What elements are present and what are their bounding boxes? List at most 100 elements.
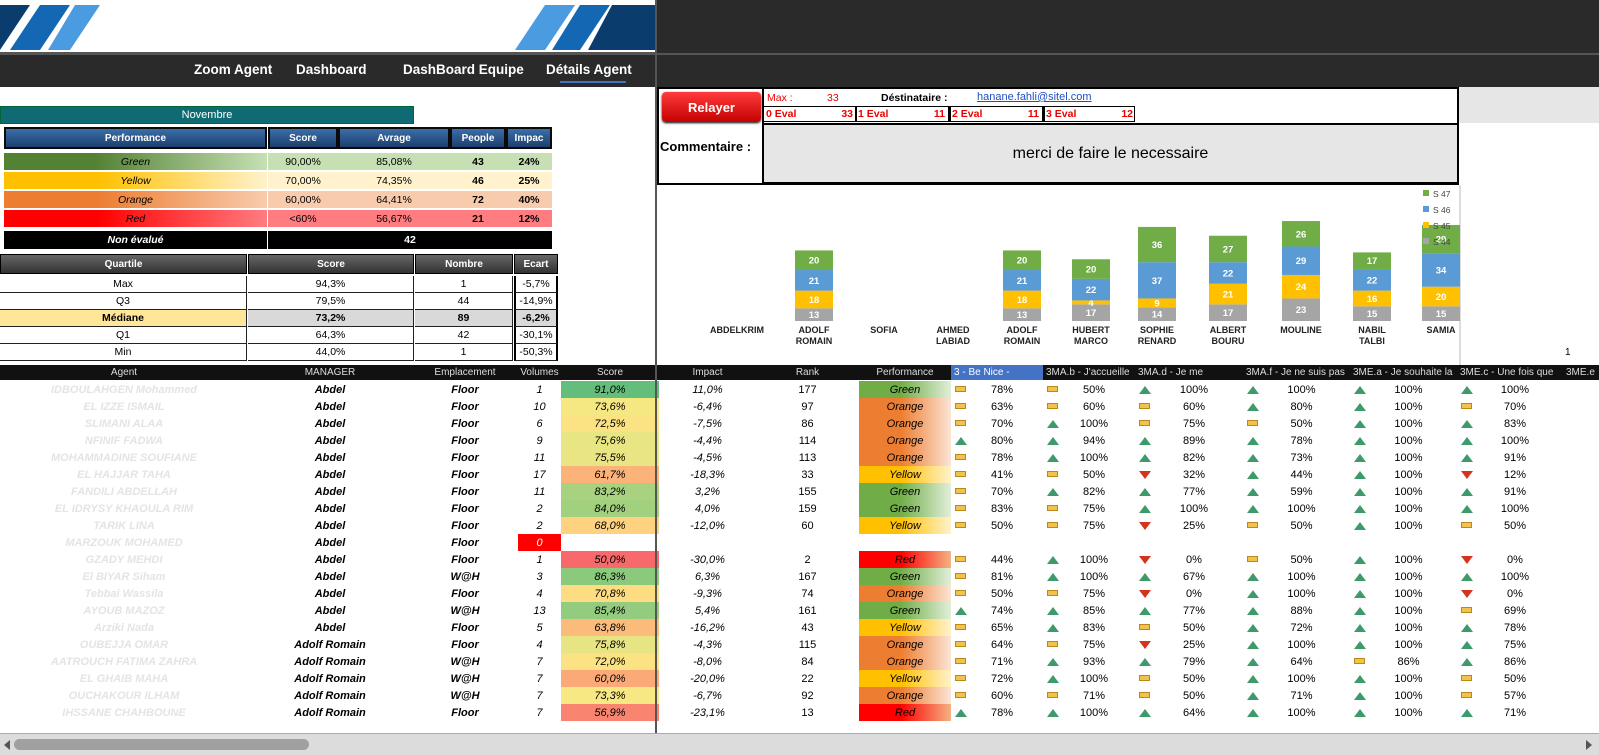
table-row[interactable]: FANDILI ABDELLAH Abdel Floor 11 83,2% 3,2% 155… — [0, 483, 1599, 500]
metric-value: 100% — [1394, 570, 1423, 583]
dash-icon — [1354, 658, 1365, 664]
metric-value: 93% — [1082, 655, 1106, 668]
metric-value: 75% — [1082, 519, 1106, 532]
table-row[interactable]: Arziki Nada Abdel Floor 5 63,8% -16,2% 43 Yello… — [0, 619, 1599, 636]
nav-zoom-agent[interactable]: Zoom Agent — [194, 62, 272, 77]
arrow-down-icon — [1461, 471, 1473, 479]
brand-stripes — [0, 5, 655, 50]
dash-icon — [955, 641, 966, 647]
table-row[interactable]: MARZOUK MOHAMED Abdel Floor 0 — [0, 534, 1599, 551]
metric-value: 100% — [1287, 638, 1316, 651]
dash-icon — [955, 675, 966, 681]
score-cell: 61,7% — [561, 466, 659, 483]
metric-value: 50% — [1503, 519, 1527, 532]
metric-value: 100% — [1079, 553, 1109, 566]
metric-value: 41% — [990, 468, 1014, 481]
nav-details-agent[interactable]: Détails Agent — [546, 62, 632, 77]
volume-cell: 7 — [536, 655, 543, 668]
arrow-up-icon — [1139, 386, 1151, 394]
dash-icon — [955, 556, 966, 562]
table-row[interactable]: GZADY MEHDI Abdel Floor 1 50,0% -30,0% 2 Red 44%… — [0, 551, 1599, 568]
scroll-left-arrow-icon[interactable] — [4, 740, 10, 750]
arrow-up-icon — [1354, 692, 1366, 700]
rank-cell: 97 — [801, 400, 814, 413]
chart-category-label: ADOLF — [799, 325, 830, 335]
table-row[interactable]: EL IZZE ISMAIL Abdel Floor 10 73,6% -6,4% 97 Or… — [0, 398, 1599, 415]
grid-header: 3MA.f - Je ne suis pas — [1246, 367, 1345, 378]
chart-category-label: SAMIA — [1427, 325, 1457, 335]
table-row[interactable]: AYOUB MAZOZ Abdel W@H 13 85,4% 5,4% 161 Green 74… — [0, 602, 1599, 619]
rank-cell: 22 — [801, 672, 814, 685]
metric-value: 64% — [990, 638, 1014, 651]
volume-cell: 11 — [533, 485, 546, 498]
comment-textbox[interactable]: merci de faire le necessaire — [762, 123, 1459, 184]
emplacement-cell: W@H — [450, 655, 480, 668]
table-row[interactable]: OUBEJJA OMAR Adolf Romain Floor 4 75,8% -4,3%… — [0, 636, 1599, 653]
table-row[interactable]: IDBOULAHGEN Mohammed Abdel Floor 1 91,0% 11,0… — [0, 381, 1599, 398]
metric-value: 100% — [1394, 434, 1423, 447]
score-cell: 68,0% — [561, 517, 659, 534]
arrow-up-icon — [1139, 488, 1151, 496]
manager-cell: Abdel — [314, 587, 346, 600]
metric-value: 100% — [1394, 519, 1423, 532]
agent-name: IHSSANE CHAHBOUNE — [62, 706, 186, 719]
nav-dashboard[interactable]: Dashboard — [296, 62, 367, 77]
table-row[interactable]: IHSSANE CHAHBOUNE Adolf Romain Floor 7 56,9%… — [0, 704, 1599, 721]
perf-header: Score — [268, 127, 338, 149]
chart-category-label: ROMAIN — [796, 336, 833, 346]
table-row[interactable]: SLIMANI ALAA Abdel Floor 6 72,5% -7,5% 86 Orang… — [0, 415, 1599, 432]
perf-header: Avrage — [338, 127, 450, 149]
metric-value: 78% — [990, 451, 1014, 464]
perf-level-label: Red — [4, 210, 267, 227]
metric-value: 44% — [1290, 468, 1313, 481]
metric-value: 70% — [990, 485, 1014, 498]
arrow-up-icon — [1247, 471, 1259, 479]
score-cell: 73,3% — [561, 687, 659, 704]
relayer-button[interactable]: Relayer — [662, 92, 761, 122]
score-cell: 75,8% — [561, 636, 659, 653]
perf-score-cell: 60,00% — [268, 191, 338, 208]
scrollbar-thumb[interactable] — [14, 739, 309, 750]
horizontal-scrollbar[interactable] — [0, 733, 1599, 755]
arrow-down-icon — [1139, 556, 1151, 564]
volume-cell: 9 — [536, 434, 543, 447]
metric-value: 71% — [1082, 689, 1106, 702]
scroll-right-arrow-icon[interactable] — [1586, 740, 1592, 750]
emplacement-cell: Floor — [451, 451, 479, 464]
perf-impact-cell: 24% — [506, 153, 552, 170]
metric-value: 100% — [1394, 621, 1423, 634]
chart-data-label: 29 — [1296, 256, 1307, 267]
dest-email-link[interactable]: hanane.fahli@sitel.com — [977, 91, 1092, 103]
dash-icon — [1047, 522, 1058, 528]
magnifier-icon[interactable] — [1420, 95, 1448, 117]
grid-header: 3MA.d - Je me — [1138, 367, 1204, 378]
dash-icon — [955, 403, 966, 409]
grid-header: MANAGER — [304, 367, 356, 378]
agent-name: Arziki Nada — [94, 621, 154, 634]
volume-cell: 10 — [533, 400, 546, 413]
table-row[interactable]: Tebbai Wassila Abdel Floor 4 70,8% -9,3% 74 Ora… — [0, 585, 1599, 602]
arrow-up-icon — [1354, 437, 1366, 445]
arrow-up-icon — [955, 607, 967, 615]
metric-value: 100% — [1287, 587, 1316, 600]
table-row[interactable]: EL IDRYSY KHAOULA RIM Abdel Floor 2 84,0% 4,0… — [0, 500, 1599, 517]
table-row[interactable]: TARIK LINA Abdel Floor 2 68,0% -12,0% 60 Yellow… — [0, 517, 1599, 534]
metric-value: 100% — [1287, 383, 1316, 396]
table-row[interactable]: MOHAMMADINE SOUFIANE Abdel Floor 11 75,5% -4,… — [0, 449, 1599, 466]
metric-value: 73% — [1290, 451, 1313, 464]
metric-value: 100% — [1179, 502, 1209, 515]
table-row[interactable]: AATROUCH FATIMA ZAHRA Adolf Romain W@H 7 72,… — [0, 653, 1599, 670]
nav-dashboard-equipe[interactable]: DashBoard Equipe — [403, 62, 524, 77]
arrow-up-icon — [1461, 437, 1473, 445]
pane-splitter[interactable] — [655, 0, 657, 755]
table-row[interactable]: NFINIF FADWA Abdel Floor 9 75,6% -4,4% 114 Oran… — [0, 432, 1599, 449]
table-row[interactable]: OUCHAKOUR ILHAM Adolf Romain W@H 7 73,3% -6,7… — [0, 687, 1599, 704]
chart-data-label: 27 — [1223, 244, 1234, 255]
arrow-up-icon — [1247, 658, 1259, 666]
table-row[interactable]: EL GHAIB MAHA Adolf Romain W@H 7 60,0% -20,0%… — [0, 670, 1599, 687]
table-row[interactable]: EL HAJJAR TAHA Abdel Floor 17 61,7% -18,3% 33 Y… — [0, 466, 1599, 483]
metric-value: 83% — [1082, 621, 1106, 634]
score-cell: 85,4% — [561, 602, 659, 619]
table-row[interactable]: El BIYAR Siham Abdel W@H 3 86,3% 6,3% 167 Green… — [0, 568, 1599, 585]
agent-name: Tebbai Wassila — [84, 587, 164, 600]
